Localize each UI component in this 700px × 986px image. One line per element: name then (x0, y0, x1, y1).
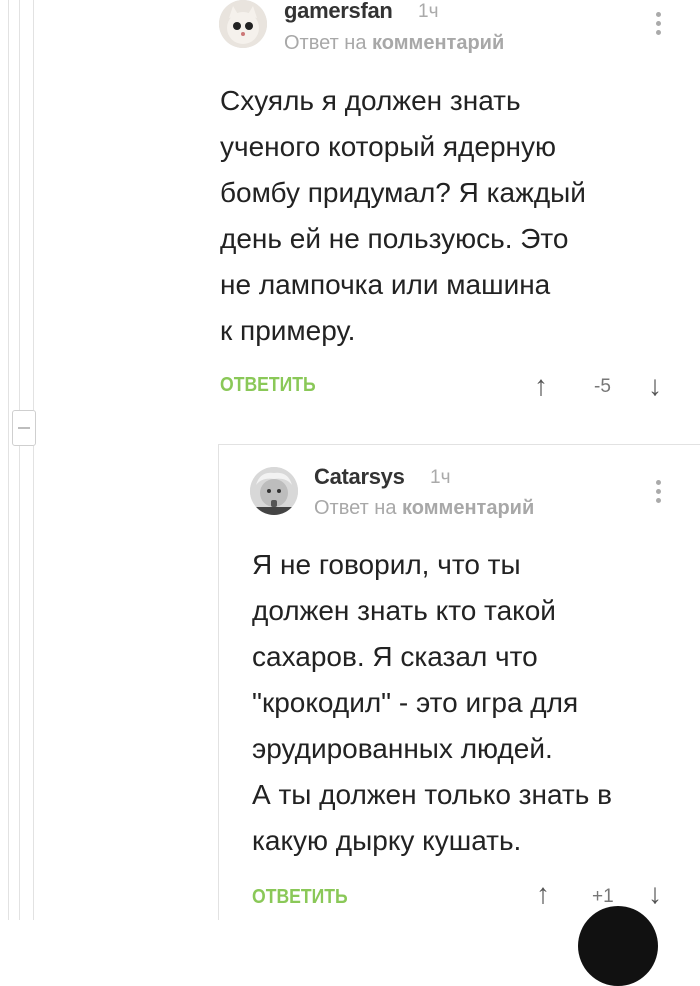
reply-to[interactable]: Ответ на комментарий (314, 497, 534, 520)
reply-target-link[interactable]: комментарий (402, 497, 534, 519)
comment-score: +1 (592, 886, 614, 907)
comment-time: 1ч (430, 467, 451, 488)
arrow-down-icon[interactable]: ↓ (648, 880, 662, 908)
comment-catarsys: Catarsys 1ч Ответ на комментарий Я не го… (0, 0, 700, 920)
avatar[interactable] (250, 467, 298, 515)
reply-prefix: Ответ на (314, 497, 397, 519)
arrow-up-icon[interactable]: ↑ (536, 880, 550, 908)
author-name[interactable]: Catarsys (314, 464, 405, 490)
reply-button[interactable]: ОТВЕТИТЬ (252, 886, 348, 909)
avatar-einstein-image (250, 467, 298, 515)
more-vertical-icon[interactable] (656, 480, 662, 507)
comment-body: Я не говорил, что ты должен знать кто та… (252, 549, 612, 856)
floating-action-button[interactable] (578, 906, 658, 986)
